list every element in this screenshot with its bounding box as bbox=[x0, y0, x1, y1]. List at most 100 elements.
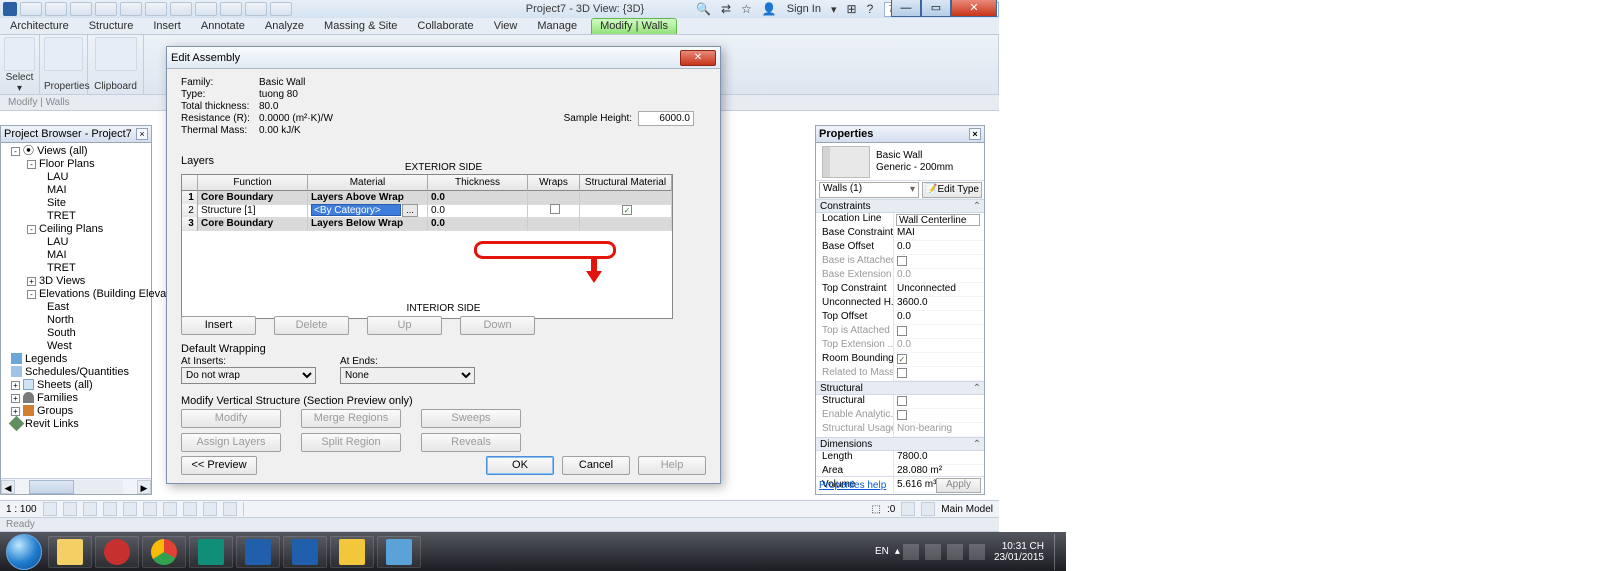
apply-button[interactable]: Apply bbox=[936, 478, 981, 493]
expand-icon[interactable]: - bbox=[27, 225, 36, 234]
legends-node[interactable]: Legends bbox=[25, 353, 67, 365]
user-icon[interactable]: 👤 bbox=[762, 2, 777, 16]
tree-item[interactable]: East bbox=[5, 301, 151, 314]
qat-undo[interactable] bbox=[70, 2, 92, 16]
property-row[interactable]: Structural bbox=[816, 395, 984, 409]
property-value[interactable]: 0.0 bbox=[894, 269, 984, 283]
tree-item[interactable]: TRET bbox=[5, 262, 151, 275]
project-browser-header[interactable]: Project Browser - Project7 × bbox=[1, 126, 151, 143]
property-value[interactable]: 3600.0 bbox=[894, 297, 984, 311]
crop-region-icon[interactable] bbox=[163, 502, 177, 516]
expand-icon[interactable]: - bbox=[27, 290, 36, 299]
tab-manage[interactable]: Manage bbox=[527, 18, 587, 34]
floorplans-node[interactable]: Floor Plans bbox=[39, 158, 95, 170]
ok-button[interactable]: OK bbox=[486, 456, 554, 475]
qat-redo[interactable] bbox=[95, 2, 117, 16]
minimize-button[interactable]: — bbox=[891, 0, 921, 17]
tree-item[interactable]: MAI bbox=[5, 184, 151, 197]
property-value[interactable] bbox=[894, 325, 984, 339]
property-value[interactable]: Wall Centerline bbox=[896, 214, 980, 226]
binoculars-icon[interactable]: 🔍 bbox=[696, 2, 711, 16]
property-row[interactable]: Top Extension ...0.0 bbox=[816, 339, 984, 353]
taskbar-app1[interactable] bbox=[189, 536, 233, 568]
property-row[interactable]: Top ConstraintUnconnected bbox=[816, 283, 984, 297]
qat-more2[interactable] bbox=[170, 2, 192, 16]
group-dimensions[interactable]: Dimensions⌃ bbox=[816, 437, 984, 451]
temp-hide-icon[interactable] bbox=[203, 502, 217, 516]
language-indicator[interactable]: EN bbox=[869, 544, 895, 559]
app-icon[interactable] bbox=[3, 2, 17, 16]
mvs-merge-button[interactable]: Merge Regions bbox=[301, 409, 401, 428]
property-row[interactable]: Base Offset0.0 bbox=[816, 241, 984, 255]
browser-scrollbar[interactable]: ◀ ▶ bbox=[1, 478, 151, 494]
paste-icon[interactable] bbox=[95, 37, 137, 71]
scroll-thumb[interactable] bbox=[29, 480, 74, 494]
qat-more5[interactable] bbox=[245, 2, 267, 16]
taskbar-revit[interactable] bbox=[283, 536, 327, 568]
insert-button[interactable]: Insert bbox=[181, 316, 256, 335]
render-icon[interactable] bbox=[123, 502, 137, 516]
expand-icon[interactable]: - bbox=[11, 147, 20, 156]
crop-icon[interactable] bbox=[143, 502, 157, 516]
close-panel-icon[interactable]: × bbox=[969, 128, 981, 140]
reveal-hidden-icon[interactable] bbox=[223, 502, 237, 516]
groups-node[interactable]: Groups bbox=[37, 405, 73, 417]
project-tree[interactable]: -⦿ Views (all) -Floor Plans LAU MAI Site… bbox=[1, 143, 151, 431]
mvs-sweeps-button[interactable]: Sweeps bbox=[421, 409, 521, 428]
layers-table[interactable]: Function Material Thickness Wraps Struct… bbox=[181, 174, 673, 319]
property-row[interactable]: Top Offset0.0 bbox=[816, 311, 984, 325]
qat-more6[interactable] bbox=[270, 2, 292, 16]
tray-network-icon[interactable] bbox=[947, 544, 963, 560]
tree-item[interactable]: MAI bbox=[5, 249, 151, 262]
comm-icon[interactable]: ⇄ bbox=[721, 2, 731, 16]
mvs-modify-button[interactable]: Modify bbox=[181, 409, 281, 428]
sign-in-link[interactable]: Sign In bbox=[787, 3, 821, 15]
tree-item[interactable]: LAU bbox=[5, 171, 151, 184]
mvs-split-button[interactable]: Split Region bbox=[301, 433, 401, 452]
property-value[interactable]: 0.0 bbox=[894, 339, 984, 353]
tree-item[interactable]: West bbox=[5, 340, 151, 353]
expand-icon[interactable]: + bbox=[11, 407, 20, 416]
tab-massing[interactable]: Massing & Site bbox=[314, 18, 407, 34]
dialog-close-button[interactable]: ✕ bbox=[680, 50, 716, 66]
property-row[interactable]: Room Bounding✓ bbox=[816, 353, 984, 367]
scroll-left-icon[interactable]: ◀ bbox=[1, 480, 15, 494]
property-value[interactable]: ✓ bbox=[894, 353, 984, 367]
maximize-button[interactable]: ▭ bbox=[921, 0, 951, 17]
qat-more4[interactable] bbox=[220, 2, 242, 16]
expand-icon[interactable]: + bbox=[11, 394, 20, 403]
property-value[interactable]: 0.0 bbox=[894, 241, 984, 255]
start-button[interactable] bbox=[6, 534, 42, 570]
table-row[interactable]: 2 Structure [1] <By Category> ... 0.0 ✓ bbox=[182, 204, 672, 217]
property-row[interactable]: Structural UsageNon-bearing bbox=[816, 423, 984, 437]
property-row[interactable]: Base ConstraintMAI bbox=[816, 227, 984, 241]
tree-item[interactable]: LAU bbox=[5, 236, 151, 249]
qat-open[interactable] bbox=[20, 2, 42, 16]
down-button[interactable]: Down bbox=[460, 316, 535, 335]
delete-button[interactable]: Delete bbox=[274, 316, 349, 335]
3dviews-node[interactable]: 3D Views bbox=[39, 275, 85, 287]
tree-item[interactable]: South bbox=[5, 327, 151, 340]
dialog-titlebar[interactable]: Edit Assembly ✕ bbox=[167, 47, 720, 69]
select-label[interactable]: Select ▾ bbox=[4, 71, 35, 96]
tray-volume-icon[interactable] bbox=[969, 544, 985, 560]
tab-insert[interactable]: Insert bbox=[143, 18, 191, 34]
mvs-reveals-button[interactable]: Reveals bbox=[421, 433, 521, 452]
tab-modify-walls[interactable]: Modify | Walls bbox=[591, 18, 677, 34]
property-row[interactable]: Related to Mass bbox=[816, 367, 984, 381]
close-button[interactable]: ✕ bbox=[951, 0, 997, 17]
at-ends-select[interactable]: None bbox=[340, 367, 475, 384]
help-button[interactable]: Help bbox=[638, 456, 706, 475]
tab-architecture[interactable]: Architecture bbox=[0, 18, 79, 34]
tab-annotate[interactable]: Annotate bbox=[191, 18, 255, 34]
tray-expand-icon[interactable]: ▴ bbox=[895, 546, 900, 557]
material-browse-button[interactable]: ... bbox=[402, 204, 418, 217]
properties-icon[interactable] bbox=[44, 37, 83, 71]
tray-icon[interactable] bbox=[903, 544, 919, 560]
property-value[interactable] bbox=[894, 255, 984, 269]
taskbar-app3[interactable] bbox=[330, 536, 374, 568]
property-value[interactable]: 7800.0 bbox=[894, 451, 984, 465]
close-panel-icon[interactable]: × bbox=[136, 128, 148, 140]
property-row[interactable]: Base Extension ...0.0 bbox=[816, 269, 984, 283]
tab-view[interactable]: View bbox=[484, 18, 528, 34]
